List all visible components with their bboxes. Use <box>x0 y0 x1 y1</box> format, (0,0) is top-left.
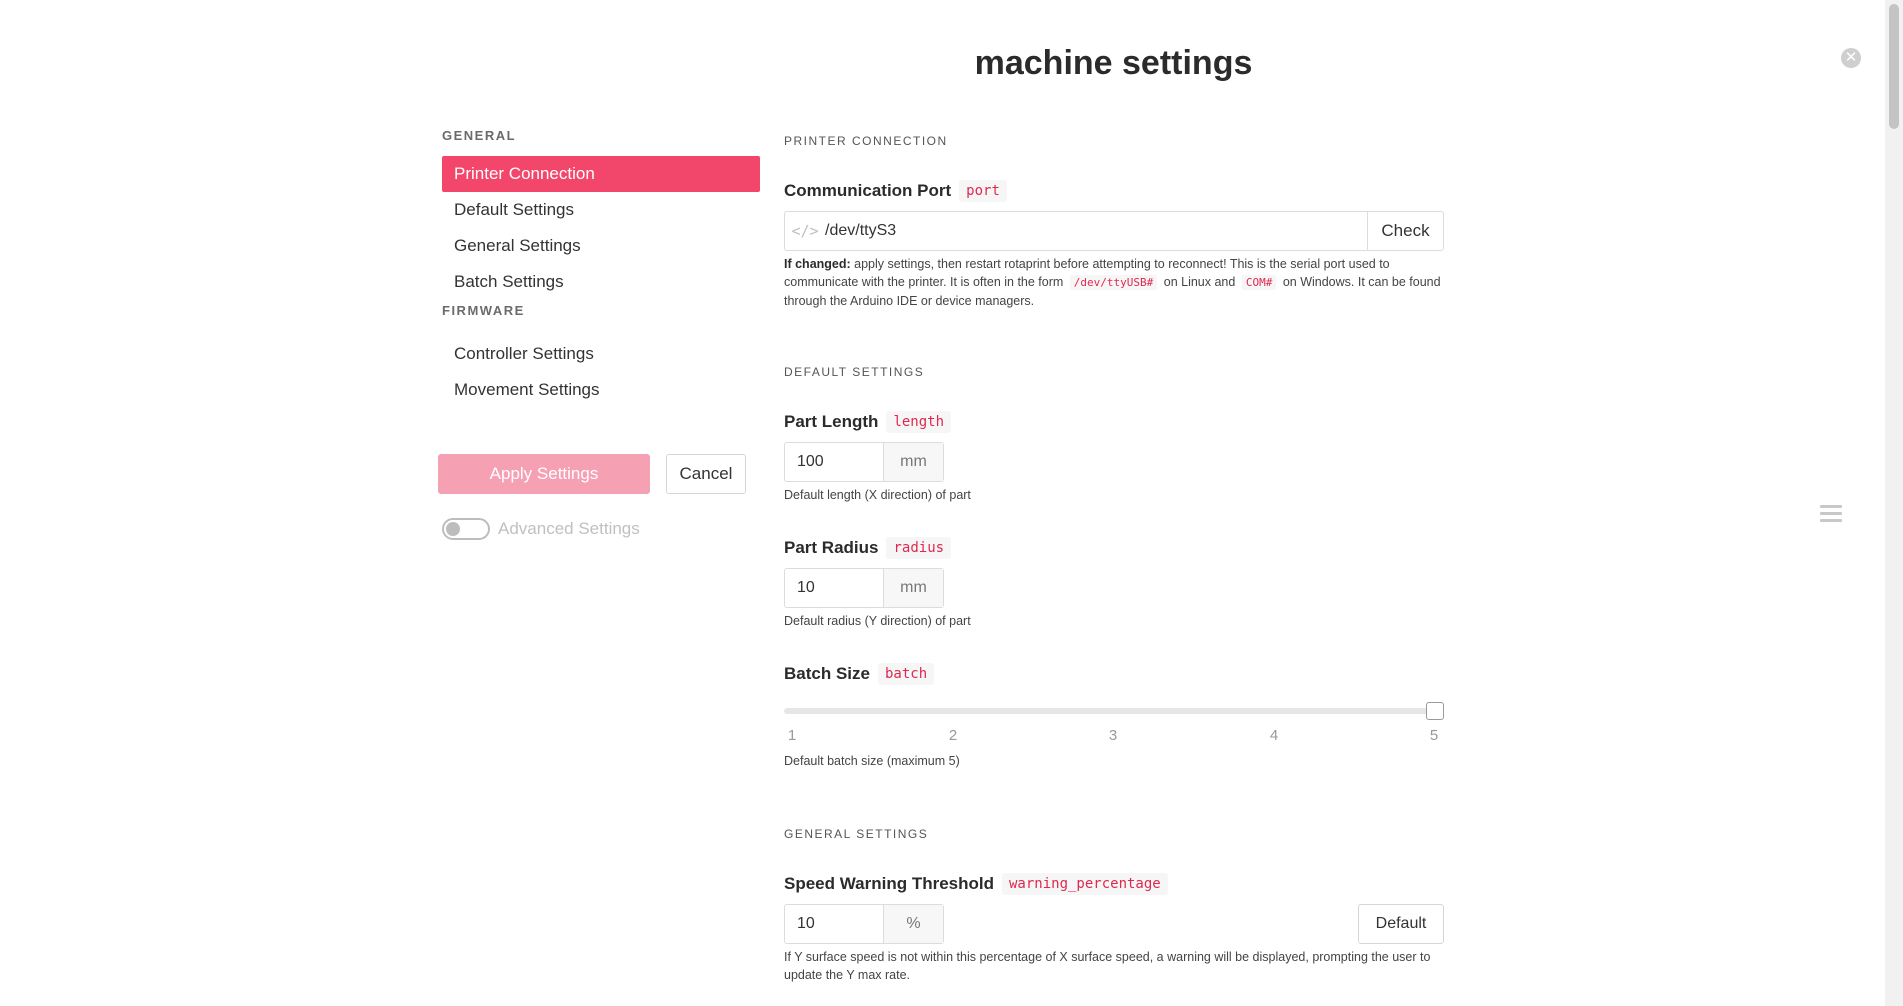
port-help-code-windows: COM# <box>1241 275 1277 290</box>
cancel-button[interactable]: Cancel <box>666 454 746 494</box>
close-icon[interactable]: ✕ <box>1841 48 1861 68</box>
page-title: machine settings <box>974 44 1253 82</box>
port-field-label: Communication Port port <box>784 178 1007 204</box>
batch-key-tag: batch <box>877 663 935 685</box>
check-port-button[interactable]: Check <box>1367 212 1443 250</box>
code-icon: </> <box>791 222 819 240</box>
menu-icon[interactable] <box>1820 505 1842 523</box>
radius-key-tag: radius <box>886 537 952 559</box>
sidebar-item-default-settings[interactable]: Default Settings <box>442 192 760 228</box>
sidebar: GENERAL Printer Connection Default Setti… <box>442 126 760 408</box>
section-heading-printer-connection: PRINTER CONNECTION <box>784 134 948 148</box>
batch-slider-track[interactable] <box>784 708 1444 714</box>
radius-input[interactable]: 10 mm <box>784 568 944 608</box>
length-input[interactable]: 100 mm <box>784 442 944 482</box>
port-key-tag: port <box>959 180 1007 202</box>
radius-field-label: Part Radius radius <box>784 535 952 561</box>
radius-value[interactable]: 10 <box>785 569 883 607</box>
batch-label: Batch Size <box>784 664 870 683</box>
port-value[interactable]: /dev/ttyS3 <box>825 212 1367 250</box>
radius-help-text: Default radius (Y direction) of part <box>784 614 971 628</box>
batch-tick-3: 3 <box>1108 727 1118 744</box>
warning-default-button[interactable]: Default <box>1358 904 1444 944</box>
section-heading-general-settings: GENERAL SETTINGS <box>784 827 929 841</box>
length-label: Part Length <box>784 412 879 431</box>
port-help-code-linux: /dev/ttyUSB# <box>1069 275 1158 290</box>
warning-unit: % <box>883 905 943 943</box>
port-input[interactable]: </> /dev/ttyS3 Check <box>784 211 1444 251</box>
warning-key-tag: warning_percentage <box>1002 873 1168 895</box>
advanced-settings-label: Advanced Settings <box>498 519 640 538</box>
scrollbar-thumb[interactable] <box>1889 4 1899 129</box>
port-help-part2: on Linux and <box>1163 275 1236 289</box>
sidebar-heading-firmware: FIRMWARE <box>442 303 525 318</box>
batch-tick-4: 4 <box>1269 727 1279 744</box>
length-field-label: Part Length length <box>784 409 952 435</box>
port-help-text: If changed: apply settings, then restart… <box>784 255 1444 310</box>
sidebar-heading-general: GENERAL <box>442 128 517 143</box>
warning-help-text: If Y surface speed is not within this pe… <box>784 950 1431 982</box>
advanced-settings-toggle[interactable] <box>442 518 490 540</box>
sidebar-item-controller-settings[interactable]: Controller Settings <box>442 336 760 372</box>
length-value[interactable]: 100 <box>785 443 883 481</box>
length-help-text: Default length (X direction) of part <box>784 488 971 502</box>
sidebar-item-printer-connection[interactable]: Printer Connection <box>442 156 760 192</box>
port-help-bold: If changed: <box>784 257 851 271</box>
sidebar-item-movement-settings[interactable]: Movement Settings <box>442 372 760 408</box>
radius-label: Part Radius <box>784 538 879 557</box>
warning-field-label: Speed Warning Threshold warning_percenta… <box>784 871 1168 897</box>
toggle-knob <box>446 522 460 536</box>
port-label: Communication Port <box>784 181 952 200</box>
radius-unit: mm <box>883 569 943 607</box>
apply-settings-button[interactable]: Apply Settings <box>438 454 650 494</box>
batch-tick-1: 1 <box>787 727 797 744</box>
batch-field-label: Batch Size batch <box>784 661 935 687</box>
section-heading-default-settings: DEFAULT SETTINGS <box>784 365 925 379</box>
warning-label: Speed Warning Threshold <box>784 874 994 893</box>
length-key-tag: length <box>886 411 952 433</box>
batch-slider-thumb[interactable] <box>1426 702 1444 720</box>
batch-help-text: Default batch size (maximum 5) <box>784 754 960 768</box>
batch-tick-2: 2 <box>948 727 958 744</box>
length-unit: mm <box>883 443 943 481</box>
sidebar-item-general-settings[interactable]: General Settings <box>442 228 760 264</box>
warning-value[interactable]: 10 <box>785 905 883 943</box>
scrollbar[interactable] <box>1885 0 1903 1006</box>
batch-tick-5: 5 <box>1429 727 1439 744</box>
sidebar-item-batch-settings[interactable]: Batch Settings <box>442 264 760 300</box>
warning-input[interactable]: 10 % <box>784 904 944 944</box>
